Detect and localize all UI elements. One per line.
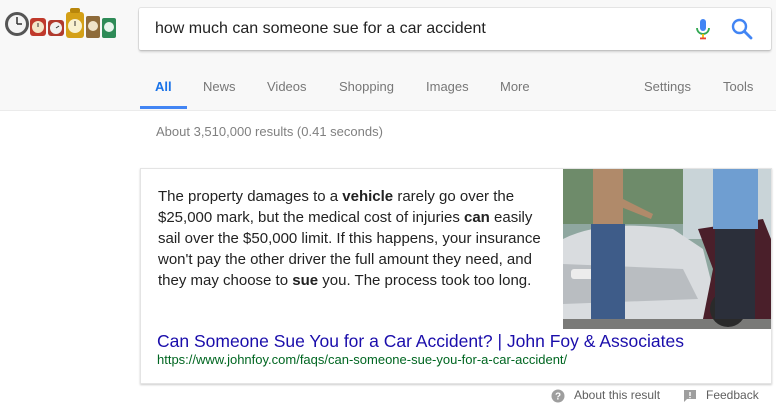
help-circle-icon[interactable]: ? bbox=[551, 389, 565, 403]
search-header: how much can someone sue for a car accid… bbox=[0, 0, 776, 111]
tab-shopping[interactable]: Shopping bbox=[339, 79, 394, 94]
snippet-bold-part: can bbox=[464, 209, 490, 226]
snippet-bold-part: sue bbox=[292, 272, 319, 289]
about-this-result-link[interactable]: About this result bbox=[574, 388, 660, 402]
clock-1-icon bbox=[5, 12, 29, 36]
microphone-icon[interactable] bbox=[691, 17, 715, 41]
snippet-text: The property damages to a vehicle rarely… bbox=[158, 186, 548, 291]
clock-5-icon bbox=[86, 16, 100, 38]
snippet-image[interactable] bbox=[563, 169, 771, 329]
clock-4-icon bbox=[66, 8, 84, 38]
search-box[interactable]: how much can someone sue for a car accid… bbox=[139, 8, 771, 50]
search-icon[interactable] bbox=[729, 16, 755, 42]
featured-snippet-card: The property damages to a vehicle rarely… bbox=[140, 168, 772, 384]
clock-2-icon bbox=[30, 18, 46, 36]
result-url[interactable]: https://www.johnfoy.com/faqs/can-someone… bbox=[157, 352, 567, 367]
tab-more[interactable]: More bbox=[500, 79, 530, 94]
active-tab-indicator bbox=[140, 106, 187, 109]
feedback-link[interactable]: Feedback bbox=[706, 388, 759, 402]
svg-text:?: ? bbox=[555, 392, 561, 403]
result-stats: About 3,510,000 results (0.41 seconds) bbox=[156, 124, 383, 139]
result-title-link[interactable]: Can Someone Sue You for a Car Accident? … bbox=[157, 331, 684, 352]
tab-all[interactable]: All bbox=[155, 79, 172, 94]
feedback-icon[interactable] bbox=[683, 389, 697, 403]
tab-videos[interactable]: Videos bbox=[267, 79, 307, 94]
snippet-part: The property damages to a bbox=[158, 188, 343, 205]
google-doodle-logo[interactable] bbox=[2, 6, 118, 46]
snippet-bold-part: vehicle bbox=[342, 188, 394, 205]
clock-6-icon bbox=[102, 18, 116, 38]
snippet-part: you. The process took too long. bbox=[318, 272, 532, 289]
clock-3-icon bbox=[48, 20, 64, 36]
search-input[interactable]: how much can someone sue for a car accid… bbox=[155, 20, 486, 38]
search-tabs: All News Videos Shopping Images More Set… bbox=[0, 68, 776, 110]
tab-news[interactable]: News bbox=[203, 79, 236, 94]
tab-images[interactable]: Images bbox=[426, 79, 469, 94]
tab-tools[interactable]: Tools bbox=[723, 79, 753, 94]
tab-settings[interactable]: Settings bbox=[644, 79, 691, 94]
